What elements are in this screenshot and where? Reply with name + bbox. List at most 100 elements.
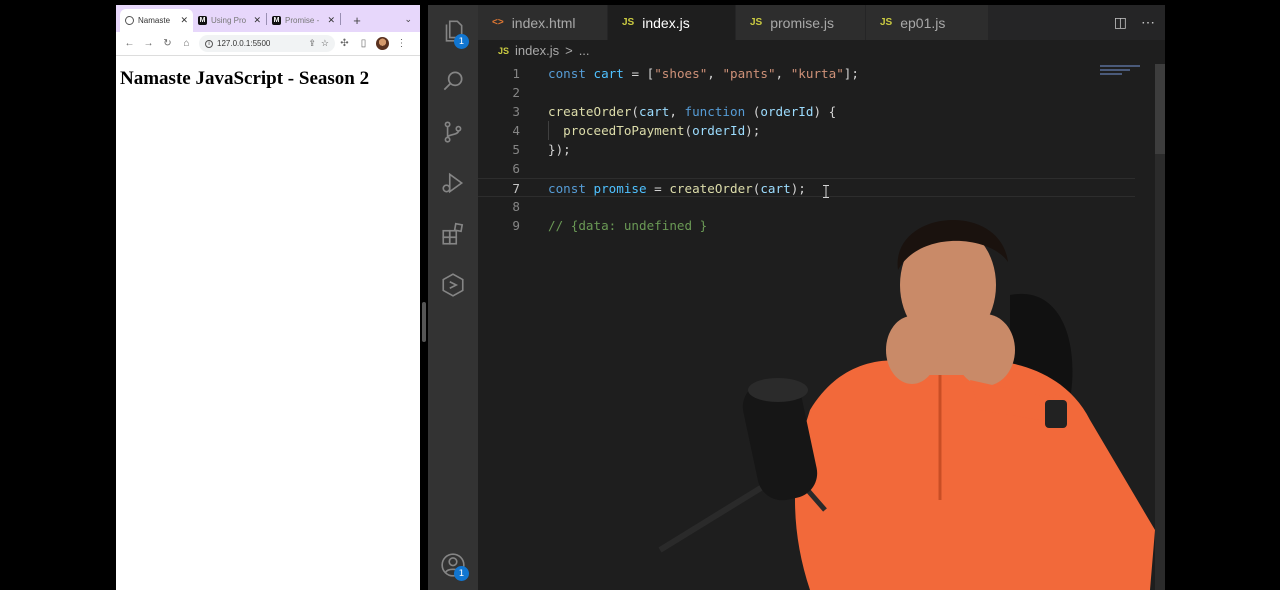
accounts-icon[interactable]: 1 xyxy=(428,541,478,589)
code-token: ( xyxy=(631,104,639,119)
editor-actions: ◫ ⋯ xyxy=(1114,14,1155,31)
line-number: 5 xyxy=(512,142,520,157)
source-control-icon[interactable] xyxy=(428,108,478,156)
explorer-badge: 1 xyxy=(454,34,469,49)
side-panel-icon[interactable]: ▯ xyxy=(354,34,373,53)
code-text: }); xyxy=(548,140,571,159)
breadcrumb-file[interactable]: index.js xyxy=(515,43,559,58)
site-info-icon[interactable]: i xyxy=(205,39,213,48)
tab-label: index.html xyxy=(511,14,576,31)
search-icon[interactable] xyxy=(428,57,478,105)
more-actions-icon[interactable]: ⋯ xyxy=(1141,14,1155,31)
more-menu-icon[interactable]: ⋮ xyxy=(392,34,411,53)
breadcrumb-separator: > xyxy=(565,43,573,58)
tab-index-html[interactable]: <> index.html xyxy=(478,5,608,40)
home-icon[interactable]: ⌂ xyxy=(177,34,196,53)
code-line[interactable]: 1 const cart = ["shoes", "pants", "kurta"… xyxy=(478,64,1135,83)
address-bar[interactable]: i 127.0.0.1:5500 ⇪ ☆ xyxy=(199,35,335,52)
tab-label: promise.js xyxy=(770,14,835,31)
tab-index-js[interactable]: JS index.js xyxy=(608,5,736,40)
remote-explorer-icon[interactable] xyxy=(428,261,478,309)
code-token: cart xyxy=(593,66,624,81)
explorer-files-icon[interactable]: 1 xyxy=(428,7,478,55)
code-token: ) { xyxy=(813,104,837,119)
browser-tab-using-promises[interactable]: M Using Pro ✕ xyxy=(193,9,266,32)
tab-ep01-js[interactable]: JS ep01.js xyxy=(866,5,989,40)
code-token: ( xyxy=(745,104,761,119)
js-file-icon: JS xyxy=(498,45,510,56)
js-file-icon: JS xyxy=(622,17,635,28)
code-token: proceedToPayment xyxy=(563,123,685,138)
code-text: proceedToPayment(orderId); xyxy=(548,121,760,140)
tab-promise-js[interactable]: JS promise.js xyxy=(736,5,866,40)
split-editor-icon[interactable]: ◫ xyxy=(1114,14,1127,31)
reload-icon[interactable]: ↻ xyxy=(158,34,177,53)
code-line[interactable]: 4 proceedToPayment(orderId); xyxy=(478,121,1135,140)
code-token: }); xyxy=(548,142,571,157)
code-token: , xyxy=(669,104,685,119)
bookmark-star-icon[interactable]: ☆ xyxy=(321,38,329,49)
scrollbar-thumb[interactable] xyxy=(1155,64,1165,154)
presenter-webcam-overlay xyxy=(658,220,1155,590)
mdn-icon: M xyxy=(272,16,281,25)
line-number: 6 xyxy=(512,161,520,176)
code-line[interactable]: 5}); xyxy=(478,140,1135,159)
code-token: cart xyxy=(639,104,670,119)
url-text: 127.0.0.1:5500 xyxy=(217,39,271,48)
new-tab-button[interactable]: + xyxy=(347,9,367,32)
code-token: function xyxy=(684,104,746,119)
code-line[interactable]: 2 xyxy=(478,83,1135,102)
html-file-icon: <> xyxy=(492,17,504,28)
code-token: orderId xyxy=(692,123,746,138)
code-line[interactable]: 3 createOrder(cart, function (orderId) { xyxy=(478,102,1135,121)
profile-avatar[interactable] xyxy=(376,37,389,50)
globe-icon xyxy=(125,16,134,25)
code-token: = xyxy=(646,181,670,196)
code-text: createOrder(cart, function (orderId) { xyxy=(548,102,836,121)
code-text: const cart = ["shoes", "pants", "kurta"]… xyxy=(548,64,859,83)
tab-label: index.js xyxy=(642,14,690,31)
extensions-icon[interactable] xyxy=(428,210,478,258)
run-debug-icon[interactable] xyxy=(428,159,478,207)
text-cursor-icon xyxy=(823,185,829,198)
tab-separator xyxy=(340,12,341,25)
code-token: , xyxy=(707,66,723,81)
line-number: 2 xyxy=(512,85,520,100)
line-number: 4 xyxy=(512,123,520,138)
browser-tab-namaste[interactable]: Namaste ✕ xyxy=(120,9,193,32)
code-token: = [ xyxy=(623,66,655,81)
browser-tab-title: Namaste xyxy=(138,16,171,25)
code-token: ( xyxy=(684,123,693,138)
split-drag-handle[interactable] xyxy=(422,302,426,342)
activity-bar: 1 1 xyxy=(428,5,478,590)
tab-search-chevron-icon[interactable]: ⌄ xyxy=(404,14,412,25)
page-heading: Namaste JavaScript - Season 2 xyxy=(120,68,370,89)
code-line[interactable]: 7 const promise = createOrder(cart); xyxy=(478,178,1135,197)
extensions-puzzle-icon[interactable]: ✣ xyxy=(335,34,354,53)
close-tab-icon[interactable]: ✕ xyxy=(253,15,261,26)
code-token: "kurta" xyxy=(790,66,844,81)
forward-arrow-icon[interactable]: → xyxy=(139,34,158,53)
code-token: , xyxy=(775,66,791,81)
share-icon[interactable]: ⇪ xyxy=(308,38,316,49)
back-arrow-icon[interactable]: ← xyxy=(120,34,139,53)
breadcrumb: JS index.js > ... xyxy=(498,43,590,58)
breadcrumb-symbols[interactable]: ... xyxy=(579,43,590,58)
close-tab-icon[interactable]: ✕ xyxy=(327,15,335,26)
code-token: const xyxy=(548,66,586,81)
code-line[interactable]: 6 xyxy=(478,159,1135,178)
close-tab-icon[interactable]: ✕ xyxy=(180,15,188,26)
code-token: const xyxy=(548,181,586,196)
browser-window: Namaste ✕ M Using Pro ✕ M Promise - ✕ + … xyxy=(116,5,420,590)
mdn-icon: M xyxy=(198,16,207,25)
browser-tab-strip: Namaste ✕ M Using Pro ✕ M Promise - ✕ + … xyxy=(116,5,420,32)
browser-tab-title: Promise - xyxy=(285,16,320,25)
editor-tabs: <> index.html JS index.js JS promise.js … xyxy=(478,5,1165,40)
browser-tab-promise[interactable]: M Promise - ✕ xyxy=(267,9,340,32)
minimap[interactable] xyxy=(1100,65,1155,81)
tab-label: ep01.js xyxy=(900,14,946,31)
code-token: "pants" xyxy=(722,66,776,81)
code-token: "shoes" xyxy=(654,66,708,81)
